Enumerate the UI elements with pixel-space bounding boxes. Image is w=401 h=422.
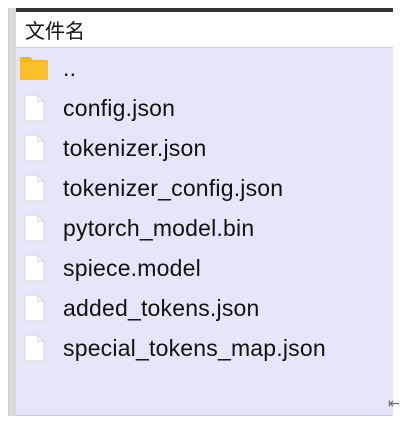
file-icon — [19, 333, 49, 363]
list-item-label: pytorch_model.bin — [63, 214, 255, 241]
list-item-label: special_tokens_map.json — [63, 334, 326, 361]
file-icon — [19, 253, 49, 283]
list-item-file[interactable]: tokenizer_config.json — [16, 168, 393, 208]
file-list: .. config.json tokenizer.json tokenizer_… — [16, 48, 393, 368]
column-header-label: 文件名 — [25, 19, 85, 43]
file-icon — [19, 213, 49, 243]
list-item-parent-folder[interactable]: .. — [16, 48, 393, 88]
panel-bottom-border — [16, 415, 393, 416]
file-icon — [19, 93, 49, 123]
file-icon — [19, 293, 49, 323]
list-item-label: tokenizer.json — [63, 134, 207, 161]
list-item-file[interactable]: special_tokens_map.json — [16, 328, 393, 368]
panel-left-strip — [9, 8, 16, 416]
column-header-filename[interactable]: 文件名 — [16, 12, 393, 48]
list-item-label: config.json — [63, 94, 176, 121]
folder-icon — [19, 53, 49, 83]
file-list-panel: 文件名 .. config.json tokenizer.json tokeni… — [8, 8, 400, 416]
resize-handle-icon[interactable]: ⇤ — [388, 396, 400, 412]
list-item-file[interactable]: spiece.model — [16, 248, 393, 288]
list-item-file[interactable]: pytorch_model.bin — [16, 208, 393, 248]
list-item-file[interactable]: tokenizer.json — [16, 128, 393, 168]
list-item-label: tokenizer_config.json — [63, 174, 284, 201]
list-item-label: .. — [63, 54, 77, 81]
file-icon — [19, 133, 49, 163]
list-item-file[interactable]: config.json — [16, 88, 393, 128]
list-item-file[interactable]: added_tokens.json — [16, 288, 393, 328]
list-item-label: added_tokens.json — [63, 294, 260, 321]
file-icon — [19, 173, 49, 203]
list-item-label: spiece.model — [63, 254, 201, 281]
